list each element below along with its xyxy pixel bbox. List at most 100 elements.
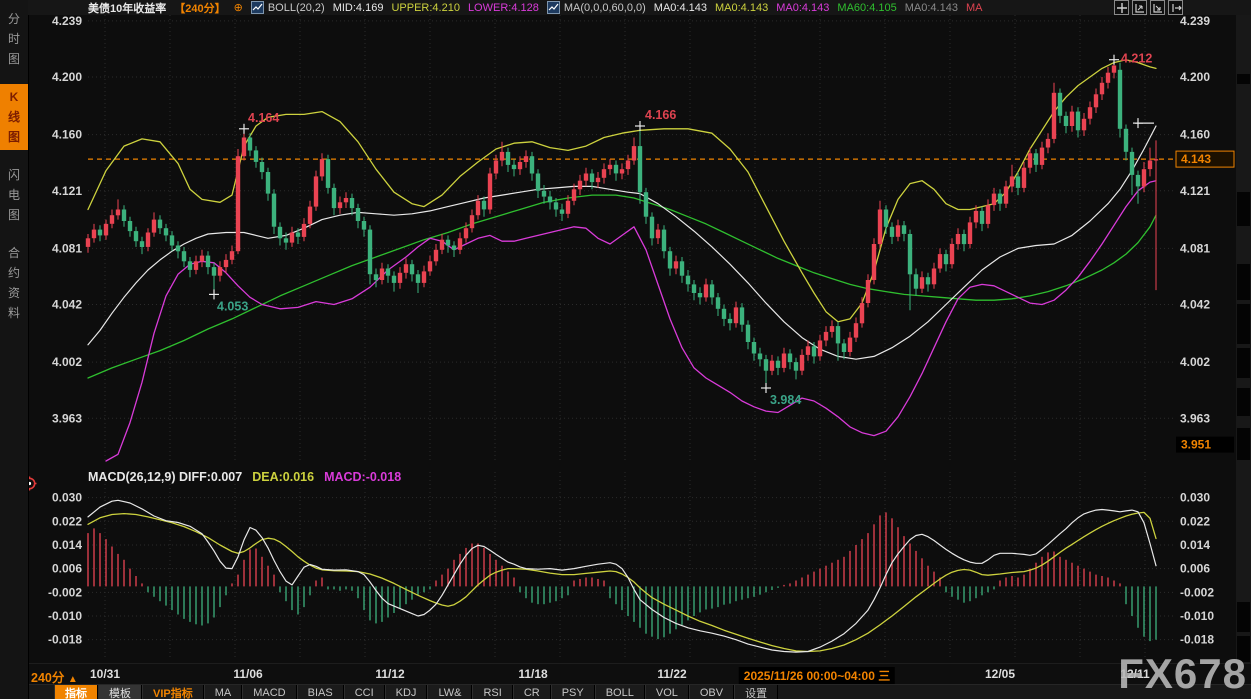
macd-header: MACD(26,12,9) DIFF:0.007 DEA:0.016 MACD:-0… bbox=[88, 470, 411, 484]
svg-text:4.081: 4.081 bbox=[52, 241, 82, 255]
chart-header-bar: 美债10年收益率【240分】⊕BOLL(20,2)MID:4.169UPPER:… bbox=[28, 0, 1251, 15]
svg-text:0.014: 0.014 bbox=[52, 538, 82, 552]
scrollbar-segment bbox=[1237, 602, 1250, 632]
ma-truncated: MA bbox=[966, 2, 983, 14]
x-axis-date-label: 11/18 bbox=[518, 667, 547, 681]
ma-chart-icon[interactable] bbox=[547, 1, 560, 14]
svg-text:4.200: 4.200 bbox=[1180, 70, 1210, 84]
svg-text:4.212: 4.212 bbox=[1121, 52, 1152, 66]
svg-text:0.014: 0.014 bbox=[1180, 538, 1210, 552]
toolbar-button-模板[interactable]: 模板 bbox=[98, 685, 142, 699]
toolbar-button-OBV[interactable]: OBV bbox=[689, 685, 734, 699]
scrollbar-segment bbox=[1237, 304, 1250, 344]
x-axis-date-label: 10/31 bbox=[90, 667, 120, 681]
scrollbar-segment bbox=[1237, 192, 1250, 226]
sidebar-tab-active[interactable]: K 线 图 bbox=[0, 84, 28, 150]
toolbar-button-VOL[interactable]: VOL bbox=[645, 685, 689, 699]
svg-text:3.963: 3.963 bbox=[52, 411, 82, 425]
svg-text:4.042: 4.042 bbox=[52, 298, 82, 312]
macd-params-diff: MACD(26,12,9) DIFF:0.007 bbox=[88, 470, 242, 484]
toolbar-button-BIAS[interactable]: BIAS bbox=[297, 685, 344, 699]
scrollbar-segment bbox=[1237, 348, 1250, 378]
svg-text:0.022: 0.022 bbox=[52, 514, 82, 528]
period-badge: 【240分】 bbox=[174, 0, 225, 16]
toolbar-button-MACD[interactable]: MACD bbox=[242, 685, 296, 699]
svg-text:4.166: 4.166 bbox=[645, 108, 676, 122]
boll-chart-icon[interactable] bbox=[251, 1, 264, 14]
x-axis-date-label: 11/22 bbox=[657, 667, 686, 681]
svg-text:0.022: 0.022 bbox=[1180, 514, 1210, 528]
sidebar-tab-item[interactable]: 合 约 资 料 bbox=[0, 240, 28, 326]
svg-text:4.121: 4.121 bbox=[52, 184, 82, 198]
macd-value: MACD:-0.018 bbox=[324, 470, 401, 484]
svg-text:4.164: 4.164 bbox=[248, 111, 279, 125]
toolbar-button-指标[interactable]: 指标 bbox=[54, 685, 98, 699]
svg-text:3.963: 3.963 bbox=[1180, 411, 1210, 425]
chart-canvas[interactable]: 4.164 4.053 4.166 3.984 4.212 4.239 4.239 4.200… bbox=[0, 0, 1251, 699]
right-scrollbar[interactable] bbox=[1236, 14, 1251, 663]
toolbar-button-CCI[interactable]: CCI bbox=[344, 685, 385, 699]
ma60-green-value: MA60:4.105 bbox=[837, 2, 896, 14]
indicator-toolbar: 指标模板VIP指标MAMACDBIASCCIKDJLW&RSICRPSYBOLL… bbox=[28, 684, 1251, 699]
svg-text:4.042: 4.042 bbox=[1180, 298, 1210, 312]
crosshair-datetime-label: 2025/11/26 00:00~04:00 三 bbox=[739, 667, 895, 684]
ma-params: MA(0,0,0,60,0,0) bbox=[564, 2, 646, 14]
svg-text:4.053: 4.053 bbox=[217, 299, 248, 313]
period-label: 240分 bbox=[31, 671, 64, 685]
sidebar-tab-item[interactable]: 闪 电 图 bbox=[0, 162, 28, 228]
svg-text:4.160: 4.160 bbox=[52, 128, 82, 142]
svg-text:4.239: 4.239 bbox=[1180, 14, 1210, 28]
toolbar-button-BOLL[interactable]: BOLL bbox=[595, 685, 645, 699]
svg-text:3.984: 3.984 bbox=[770, 393, 801, 407]
window-tool-icons bbox=[1114, 0, 1183, 15]
ma0-yellow-value: MA0:4.143 bbox=[715, 2, 768, 14]
svg-text:3.951: 3.951 bbox=[1181, 438, 1211, 452]
svg-text:0.006: 0.006 bbox=[52, 562, 82, 576]
boll-upper-value: UPPER:4.210 bbox=[391, 2, 459, 14]
svg-text:-0.002: -0.002 bbox=[1180, 585, 1214, 599]
trading-app-window: 4.164 4.053 4.166 3.984 4.212 4.239 4.239 4.200… bbox=[0, 0, 1251, 699]
svg-text:-0.010: -0.010 bbox=[1180, 609, 1214, 623]
svg-text:4.200: 4.200 bbox=[52, 70, 82, 84]
svg-text:0.030: 0.030 bbox=[52, 491, 82, 505]
svg-text:4.002: 4.002 bbox=[52, 355, 82, 369]
watermark: FX678 bbox=[1118, 653, 1247, 695]
toolbar-button-KDJ[interactable]: KDJ bbox=[385, 685, 428, 699]
boll-mid-value: MID:4.169 bbox=[333, 2, 384, 14]
svg-text:4.239: 4.239 bbox=[52, 14, 82, 28]
svg-text:-0.010: -0.010 bbox=[48, 609, 82, 623]
ma0-white-value: MA0:4.143 bbox=[654, 2, 707, 14]
svg-text:-0.002: -0.002 bbox=[48, 585, 82, 599]
toolbar-button-CR[interactable]: CR bbox=[513, 685, 551, 699]
svg-text:4.121: 4.121 bbox=[1180, 184, 1210, 198]
left-sidebar: 分 时 图 K 线 图闪 电 图合 约 资 料 bbox=[0, 0, 29, 699]
macd-dea-value: DEA:0.016 bbox=[252, 470, 314, 484]
sidebar-tab-item[interactable]: 分 时 图 bbox=[0, 6, 28, 72]
scrollbar-segment bbox=[1237, 388, 1250, 416]
toolbar-button-VIP指标[interactable]: VIP指标 bbox=[142, 685, 204, 699]
zoom-axis-right-icon[interactable] bbox=[1150, 0, 1165, 15]
scrollbar-segment bbox=[1237, 74, 1250, 84]
x-axis-date-label: 11/06 bbox=[233, 667, 262, 681]
x-axis-row: 240分 ▲ 10/3111/0611/1211/1811/222025/11/… bbox=[28, 663, 1251, 685]
svg-text:4.002: 4.002 bbox=[1180, 355, 1210, 369]
symbol-title: 美债10年收益率 bbox=[88, 0, 166, 16]
toolbar-button-设置[interactable]: 设置 bbox=[734, 685, 778, 699]
crosshair-icon[interactable] bbox=[1114, 0, 1129, 15]
boll-lower-value: LOWER:4.128 bbox=[468, 2, 539, 14]
svg-text:-0.018: -0.018 bbox=[48, 633, 82, 647]
svg-text:4.143: 4.143 bbox=[1181, 152, 1211, 166]
menu-icon[interactable]: ⊕ bbox=[234, 1, 243, 14]
toolbar-button-MA[interactable]: MA bbox=[204, 685, 243, 699]
svg-text:4.160: 4.160 bbox=[1180, 128, 1210, 142]
ma0-magenta-value: MA0:4.143 bbox=[776, 2, 829, 14]
collapse-right-icon[interactable] bbox=[1168, 0, 1183, 15]
zoom-axis-left-icon[interactable] bbox=[1132, 0, 1147, 15]
ma0-gray-value: MA0:4.143 bbox=[905, 2, 958, 14]
toolbar-button-RSI[interactable]: RSI bbox=[472, 685, 512, 699]
toolbar-button-LW&[interactable]: LW& bbox=[427, 685, 472, 699]
toolbar-button-PSY[interactable]: PSY bbox=[551, 685, 595, 699]
scrollbar-segment bbox=[1237, 428, 1250, 460]
svg-text:0.006: 0.006 bbox=[1180, 562, 1210, 576]
x-axis-date-label: 11/12 bbox=[375, 667, 404, 681]
